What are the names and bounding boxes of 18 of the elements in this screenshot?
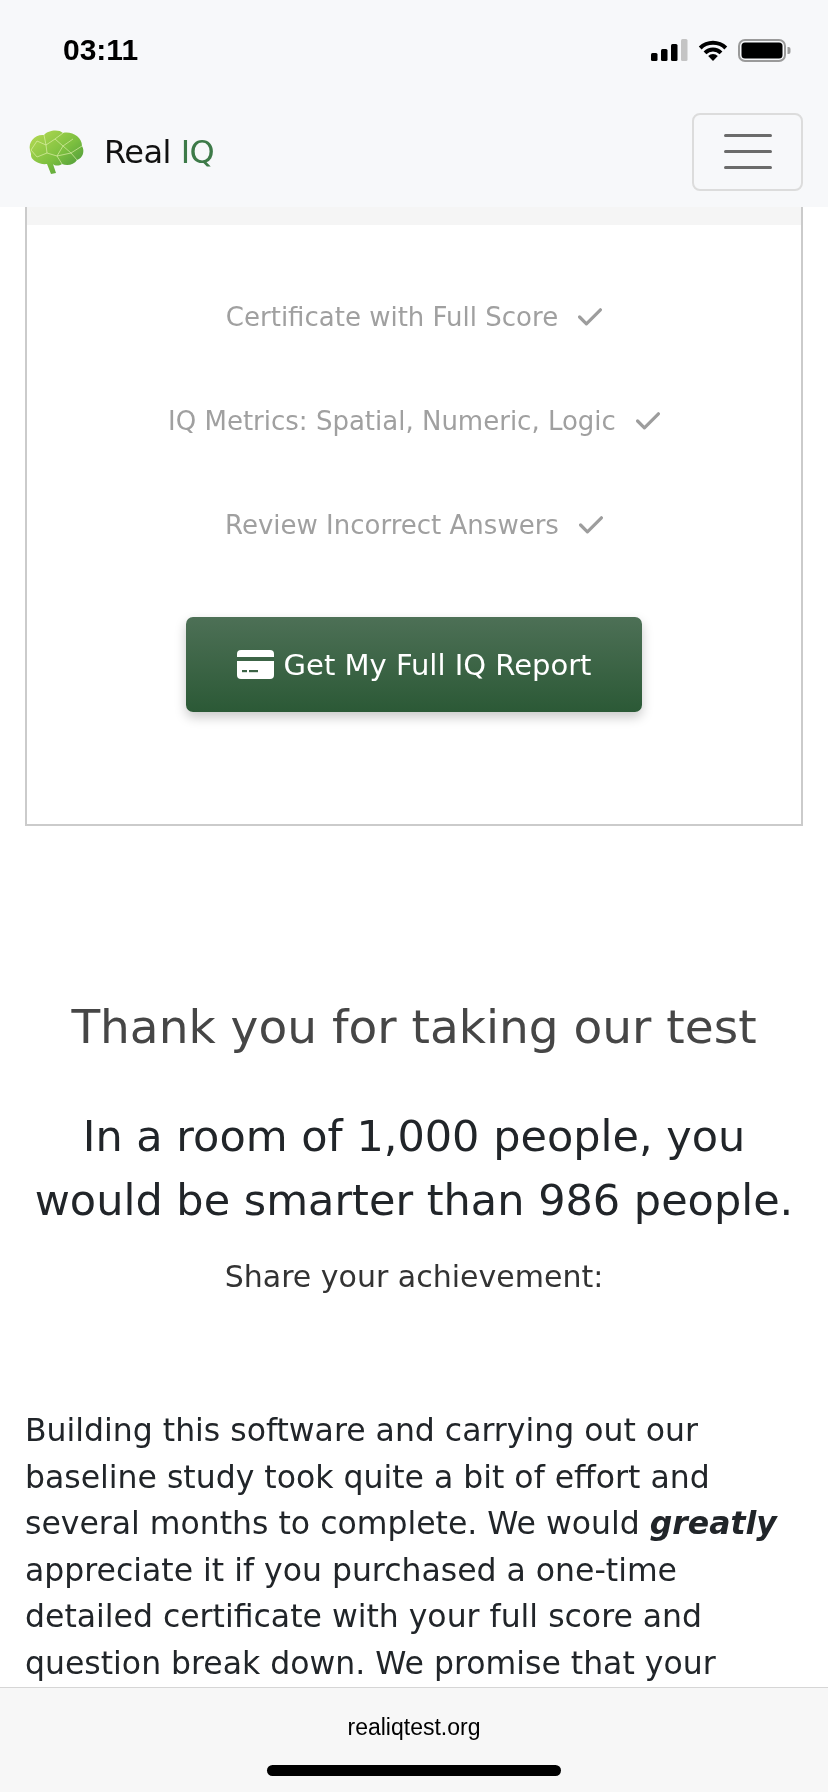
- address-bar-url[interactable]: realiqtest.org: [347, 1713, 481, 1741]
- feature-label: Review Incorrect Answers: [225, 509, 559, 542]
- appeal-paragraph: Building this software and carrying out our baseline study took quite a bit of effort and several months to complete. We would greatly appreciate it if you purchased a one-time detailed certificate with your full score and question break down. We promise that your: [25, 1411, 779, 1683]
- get-report-button[interactable]: Get My Full IQ Report: [186, 617, 642, 712]
- menu-button[interactable]: [692, 112, 803, 191]
- battery-icon: [738, 38, 791, 62]
- status-time: 03:11: [63, 32, 139, 68]
- thank-you-heading: Thank you for taking our test: [70, 998, 758, 1056]
- brain-icon: [27, 128, 85, 175]
- result-headline: In a room of 1,000 people, you would be smarter than 986 people.: [33, 1110, 795, 1227]
- signal-icon: [651, 39, 688, 61]
- feature-label: IQ Metrics: Spatial, Numeric, Logic: [168, 405, 616, 438]
- menu-icon: [723, 134, 772, 169]
- credit-card-icon: [236, 650, 274, 679]
- feature-label: Certificate with Full Score: [225, 301, 559, 334]
- wifi-icon: [697, 39, 729, 61]
- brand-name[interactable]: Real IQ: [104, 131, 215, 172]
- share-label: Share your achievement:: [223, 1258, 605, 1296]
